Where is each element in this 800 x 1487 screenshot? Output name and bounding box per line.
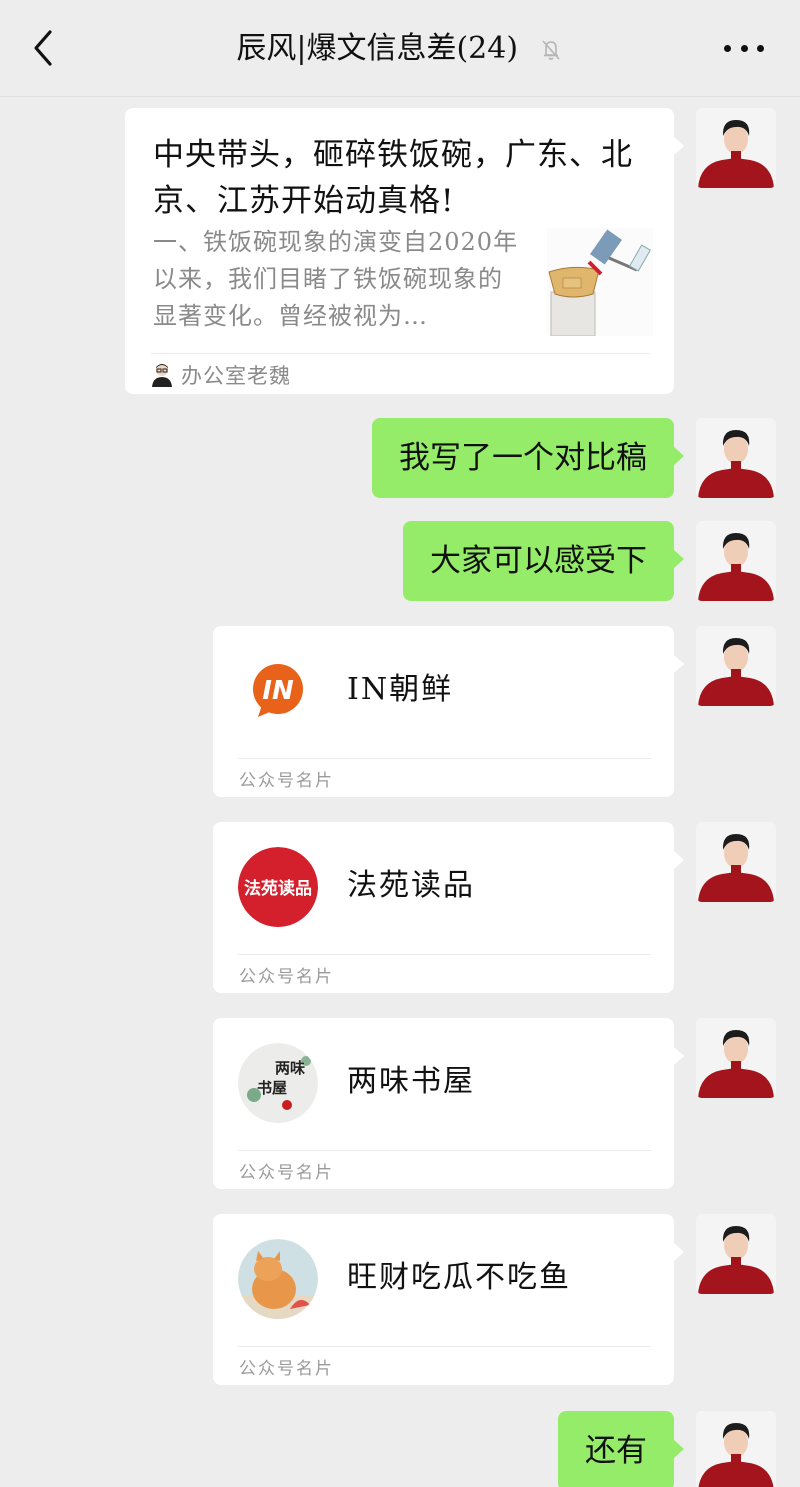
- person-avatar-icon: [696, 108, 776, 188]
- message-text: 大家可以感受下: [430, 543, 647, 579]
- account-logo: 两味 书屋: [238, 1043, 318, 1123]
- person-avatar-icon: [696, 418, 776, 498]
- user-avatar[interactable]: [696, 822, 776, 902]
- more-dot: [724, 44, 731, 52]
- user-avatar[interactable]: [696, 521, 776, 601]
- account-logo: IN: [238, 651, 318, 731]
- card-type-label: 公众号名片: [239, 771, 334, 791]
- divider: [238, 954, 651, 955]
- article-card[interactable]: 中央带头，砸碎铁饭碗，广东、北京、江苏开始动真格! 一、铁饭碗现象的演变自202…: [125, 108, 684, 394]
- person-avatar-icon: [696, 1018, 776, 1098]
- more-dot: [740, 44, 748, 52]
- chat-title: 辰风|爆文信息差(24): [236, 31, 519, 66]
- account-logo: 法苑读品: [238, 847, 318, 927]
- person-avatar-icon: [696, 822, 776, 902]
- article-source-name: 办公室老魏: [181, 364, 291, 388]
- user-avatar[interactable]: [696, 1018, 776, 1098]
- source-avatar-icon: [152, 364, 172, 387]
- article-title: 中央带头，砸碎铁饭碗，广东、北京、江苏开始动真格!: [153, 137, 633, 219]
- cat-logo-icon: [238, 1239, 318, 1319]
- divider: [238, 1346, 651, 1347]
- liangwei-logo-icon: 两味 书屋: [238, 1043, 318, 1123]
- user-avatar[interactable]: [696, 1214, 776, 1294]
- divider: [238, 1150, 651, 1151]
- fayuan-logo-icon: 法苑读品: [238, 847, 318, 927]
- account-name: 旺财吃瓜不吃鱼: [347, 1260, 571, 1295]
- svg-text:两味: 两味: [275, 1059, 305, 1077]
- person-avatar-icon: [696, 1214, 776, 1294]
- contact-card[interactable]: 法苑读品 法苑读品 公众号名片: [213, 822, 684, 993]
- text-bubble[interactable]: 我写了一个对比稿: [372, 418, 684, 498]
- card-type-label: 公众号名片: [239, 1163, 334, 1183]
- svg-text:法苑读品: 法苑读品: [244, 878, 312, 899]
- user-avatar[interactable]: [696, 626, 776, 706]
- user-avatar[interactable]: [696, 1411, 776, 1487]
- person-avatar-icon: [696, 1411, 776, 1487]
- article-description: 一、铁饭碗现象的演变自2020年以来，我们目睹了铁饭碗现象的显著变化。曾经被视为…: [153, 228, 519, 330]
- account-name: 法苑读品: [347, 868, 475, 903]
- person-avatar-icon: [696, 521, 776, 601]
- person-avatar-icon: [696, 626, 776, 706]
- user-avatar[interactable]: [696, 108, 776, 188]
- card-type-label: 公众号名片: [239, 967, 334, 987]
- article-thumbnail: [547, 228, 653, 337]
- bell-off-icon: [542, 40, 560, 60]
- account-name: IN朝鲜: [347, 672, 454, 707]
- contact-card[interactable]: 旺财吃瓜不吃鱼 公众号名片: [213, 1214, 684, 1385]
- user-avatar[interactable]: [696, 418, 776, 498]
- chat-header: 辰风|爆文信息差(24): [0, 0, 800, 97]
- more-dot: [757, 44, 764, 52]
- message-text: 我写了一个对比稿: [399, 440, 647, 476]
- chat-title-row: 辰风|爆文信息差(24): [0, 28, 800, 70]
- text-bubble[interactable]: 还有: [558, 1411, 684, 1487]
- contact-card[interactable]: IN IN朝鲜 公众号名片: [213, 626, 684, 797]
- text-bubble[interactable]: 大家可以感受下: [403, 521, 684, 601]
- account-name: 两味书屋: [347, 1064, 475, 1099]
- more-button[interactable]: [724, 38, 764, 58]
- card-type-label: 公众号名片: [239, 1359, 334, 1379]
- divider: [238, 758, 651, 759]
- message-text: 还有: [585, 1433, 647, 1469]
- svg-text:书屋: 书屋: [257, 1079, 287, 1097]
- divider: [151, 353, 650, 354]
- account-logo: [238, 1239, 318, 1319]
- in-logo-icon: IN: [238, 651, 318, 731]
- svg-text:IN: IN: [262, 676, 294, 706]
- article-source: 办公室老魏: [151, 360, 291, 390]
- contact-card[interactable]: 两味 书屋 两味书屋 公众号名片: [213, 1018, 684, 1189]
